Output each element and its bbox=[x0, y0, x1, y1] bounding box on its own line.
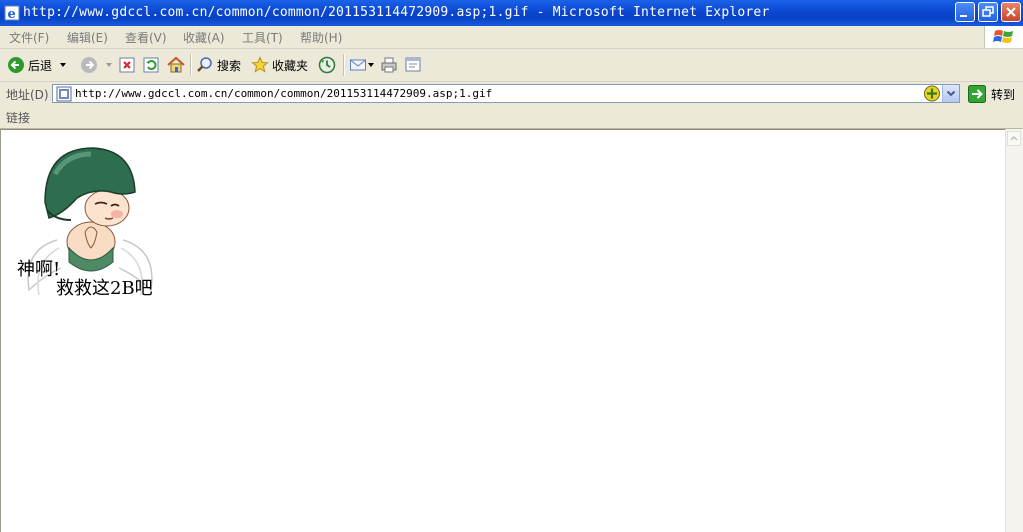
edit-page-icon bbox=[405, 57, 421, 72]
caption-line-2: 救救这2B吧 bbox=[56, 278, 153, 299]
go-arrow-icon bbox=[968, 85, 986, 103]
mail-dropdown-icon bbox=[368, 63, 374, 67]
home-icon bbox=[167, 56, 185, 73]
address-input[interactable]: http://www.gdccl.com.cn/common/common/20… bbox=[52, 84, 960, 103]
links-bar: 链接 bbox=[0, 106, 1023, 130]
forward-dropdown-icon bbox=[106, 63, 112, 67]
back-label: 后退 bbox=[28, 58, 53, 73]
toolbar-separator bbox=[190, 54, 192, 76]
menu-view[interactable]: 查看(V) bbox=[125, 29, 167, 46]
window-title: http://www.gdccl.com.cn/common/common/20… bbox=[23, 5, 770, 20]
go-button[interactable]: 转到 bbox=[968, 84, 1015, 104]
address-dropdown-button[interactable] bbox=[942, 85, 959, 102]
printer-icon bbox=[381, 57, 397, 73]
windows-logo bbox=[984, 26, 1023, 48]
svg-text:e: e bbox=[8, 7, 16, 21]
page-content: 神啊! 救救这2B吧 bbox=[0, 129, 1005, 532]
history-icon bbox=[318, 56, 336, 74]
stop-button[interactable] bbox=[118, 54, 136, 76]
chevron-up-icon bbox=[1010, 135, 1018, 141]
edit-button[interactable] bbox=[404, 54, 422, 76]
mail-button[interactable] bbox=[349, 54, 376, 76]
menu-help[interactable]: 帮助(H) bbox=[300, 29, 342, 46]
minimize-icon bbox=[960, 15, 967, 17]
compat-icon[interactable] bbox=[923, 85, 941, 103]
address-url: http://www.gdccl.com.cn/common/common/20… bbox=[75, 87, 493, 100]
ie-icon: e bbox=[4, 5, 20, 21]
menu-tools[interactable]: 工具(T) bbox=[242, 29, 283, 46]
search-icon bbox=[197, 57, 212, 72]
address-label: 地址(D) bbox=[6, 88, 49, 102]
refresh-icon bbox=[143, 57, 159, 73]
favorites-label: 收藏夹 bbox=[272, 58, 309, 73]
search-button[interactable]: 搜索 bbox=[196, 54, 241, 76]
star-icon bbox=[251, 56, 269, 73]
close-button[interactable] bbox=[1001, 2, 1021, 22]
links-label[interactable]: 链接 bbox=[6, 109, 30, 126]
standard-toolbar: 后退 搜索 收藏夹 bbox=[0, 49, 1023, 82]
menu-favorites[interactable]: 收藏(A) bbox=[183, 29, 225, 46]
menu-edit[interactable]: 编辑(E) bbox=[67, 29, 108, 46]
menu-bar: 文件(F) 编辑(E) 查看(V) 收藏(A) 工具(T) 帮助(H) bbox=[0, 26, 1023, 49]
stop-icon bbox=[119, 57, 135, 73]
go-label: 转到 bbox=[991, 87, 1016, 102]
page-icon bbox=[56, 86, 72, 102]
back-arrow-icon bbox=[8, 57, 24, 73]
scroll-up-button[interactable] bbox=[1007, 131, 1021, 146]
mail-icon bbox=[350, 59, 366, 71]
caption-line-1: 神啊! bbox=[17, 259, 61, 280]
restore-button[interactable] bbox=[978, 2, 998, 22]
favorites-button[interactable]: 收藏夹 bbox=[251, 54, 308, 76]
menu-file[interactable]: 文件(F) bbox=[9, 29, 49, 46]
title-bar: e http://www.gdccl.com.cn/common/common/… bbox=[0, 0, 1023, 26]
minimize-button[interactable] bbox=[955, 2, 975, 22]
toolbar-separator bbox=[343, 54, 345, 76]
chevron-down-icon bbox=[946, 90, 956, 97]
forward-button[interactable] bbox=[80, 54, 114, 76]
history-button[interactable] bbox=[318, 54, 336, 76]
home-button[interactable] bbox=[166, 54, 186, 76]
close-icon bbox=[1006, 7, 1016, 17]
refresh-button[interactable] bbox=[142, 54, 160, 76]
address-bar: 地址(D) http://www.gdccl.com.cn/common/com… bbox=[0, 82, 1023, 107]
windows-flag-icon bbox=[993, 30, 1013, 43]
back-dropdown-icon bbox=[60, 63, 67, 67]
restore-icon bbox=[982, 6, 994, 17]
vertical-scrollbar[interactable] bbox=[1005, 129, 1023, 532]
forward-arrow-icon bbox=[81, 57, 97, 73]
print-button[interactable] bbox=[380, 54, 398, 76]
back-button[interactable]: 后退 bbox=[7, 54, 68, 76]
search-label: 搜索 bbox=[217, 58, 242, 73]
